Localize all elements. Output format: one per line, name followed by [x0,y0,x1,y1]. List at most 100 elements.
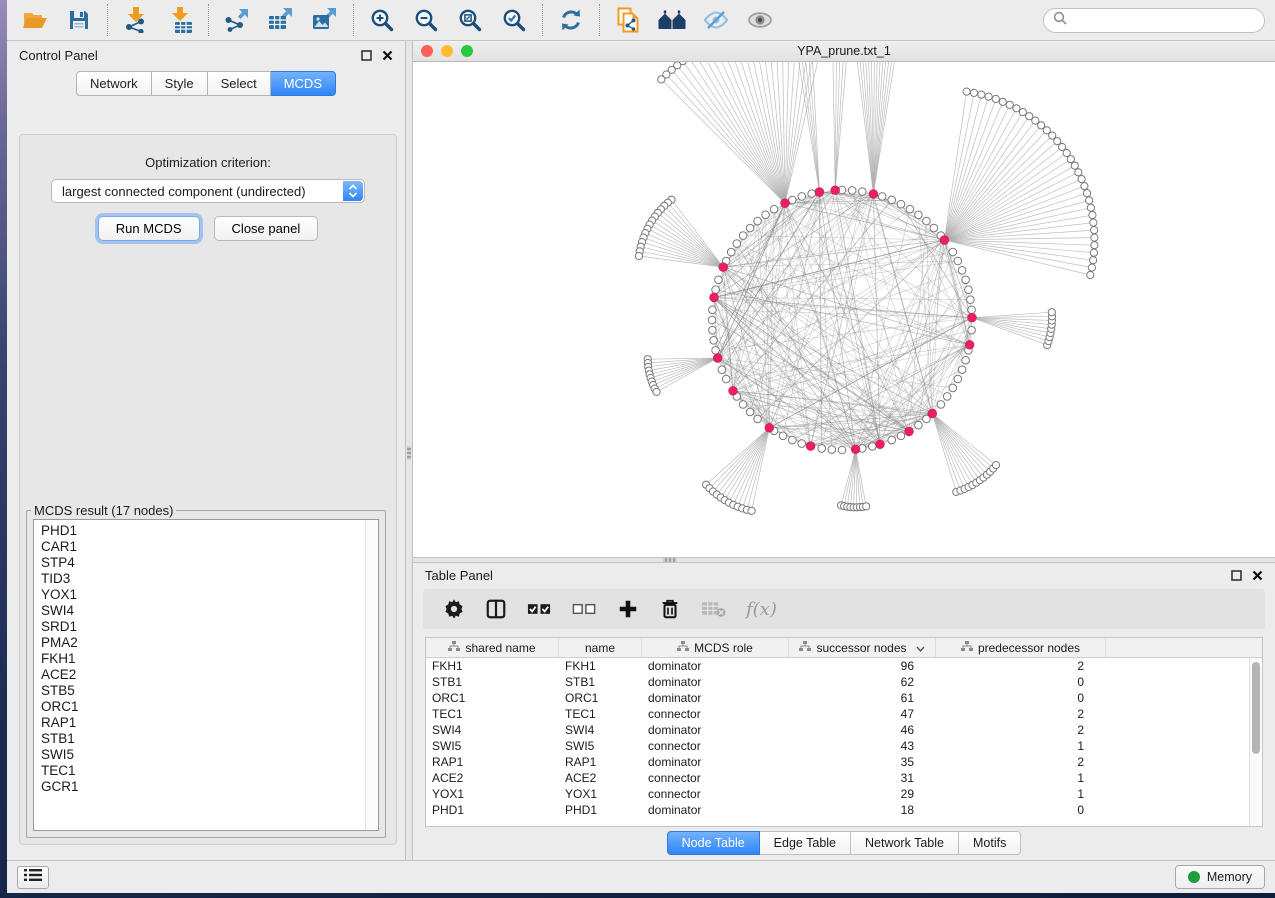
split-columns-icon[interactable] [485,598,507,620]
import-network-icon[interactable] [122,5,150,35]
mcds-result-item[interactable]: RAP1 [41,715,378,731]
shared-column-icon [677,641,689,655]
table-row[interactable]: FKH1FKH1dominator962 [426,658,1262,674]
table-cell: 1 [936,739,1106,753]
mcds-result-item[interactable]: GCR1 [41,779,378,795]
add-column-icon[interactable] [617,598,639,620]
network-canvas[interactable] [413,62,1275,557]
column-header-shared-name[interactable]: shared name [426,638,559,657]
tab-network-table[interactable]: Network Table [851,831,959,855]
tab-network[interactable]: Network [76,71,152,96]
table-cell: 18 [789,803,936,817]
mcds-result-item[interactable]: STP4 [41,555,378,571]
save-session-icon[interactable] [65,5,93,35]
column-header-name[interactable]: name [559,638,642,657]
table-row[interactable]: RAP1RAP1dominator352 [426,754,1262,770]
table-cell: connector [642,771,789,785]
status-bar: Memory [7,860,1275,893]
zoom-fit-icon[interactable] [456,5,484,35]
mcds-result-item[interactable]: PMA2 [41,635,378,651]
mcds-result-item[interactable]: STB5 [41,683,378,699]
table-cell: TEC1 [559,707,642,721]
hide-selected-icon[interactable] [702,5,730,35]
right-area: YPA_prune.txt_1 Table Panel [413,41,1275,860]
mcds-result-item[interactable]: TID3 [41,571,378,587]
table-body: FKH1FKH1dominator962STB1STB1dominator620… [426,658,1262,818]
mcds-result-item[interactable]: YOX1 [41,587,378,603]
float-panel-icon[interactable] [1231,570,1242,581]
table-cell: RAP1 [559,755,642,769]
table-panel: Table Panel f(x) shared namenameMCDS rol… [413,563,1275,860]
close-panel-icon[interactable] [1252,570,1263,581]
column-header-MCDS-role[interactable]: MCDS role [642,638,789,657]
table-row[interactable]: TEC1TEC1connector472 [426,706,1262,722]
search-input[interactable] [1073,13,1255,27]
mcds-result-item[interactable]: SRD1 [41,619,378,635]
mcds-result-item[interactable]: TEC1 [41,763,378,779]
node-table[interactable]: shared namenameMCDS rolesuccessor nodesp… [425,637,1263,827]
run-mcds-button[interactable]: Run MCDS [98,216,200,241]
network-graph[interactable] [413,62,1275,557]
tab-mcds[interactable]: MCDS [271,71,336,96]
zoom-in-icon[interactable] [368,5,396,35]
tab-node-table[interactable]: Node Table [667,831,760,855]
table-row[interactable]: SWI4SWI4dominator462 [426,722,1262,738]
mcds-result-item[interactable]: ACE2 [41,667,378,683]
mcds-list-scrollbar[interactable] [365,520,378,830]
toolbar-group [354,5,542,35]
export-table-icon[interactable] [267,5,295,35]
close-panel-button[interactable]: Close panel [214,216,319,241]
table-panel-title: Table Panel [425,568,493,583]
mcds-result-item[interactable]: CAR1 [41,539,378,555]
show-all-icon[interactable] [746,5,774,35]
mcds-result-item[interactable]: STB1 [41,731,378,747]
mcds-result-item[interactable]: FKH1 [41,651,378,667]
zoom-selected-icon[interactable] [500,5,528,35]
table-row[interactable]: YOX1YOX1connector291 [426,786,1262,802]
network-window-titlebar[interactable]: YPA_prune.txt_1 [413,41,1275,62]
tab-select[interactable]: Select [208,71,271,96]
first-neighbors-icon[interactable] [658,5,686,35]
close-panel-icon[interactable] [382,50,393,61]
control-panel: Control Panel NetworkStyleSelectMCDS Opt… [7,41,405,860]
duplicate-network-icon[interactable] [614,5,642,35]
application-window: Control Panel NetworkStyleSelectMCDS Opt… [7,0,1275,893]
table-cell: 2 [936,659,1106,673]
table-panel-header: Table Panel [413,563,1275,588]
tab-motifs[interactable]: Motifs [959,831,1021,855]
export-image-icon[interactable] [311,5,339,35]
criterion-select[interactable]: largest connected component (undirected) [51,179,365,203]
table-row[interactable]: PHD1PHD1dominator180 [426,802,1262,818]
mcds-result-item[interactable]: PHD1 [41,523,378,539]
scrollbar-thumb[interactable] [1252,662,1260,754]
table-scrollbar[interactable] [1249,658,1262,826]
table-cell: FKH1 [559,659,642,673]
column-header-successor-nodes[interactable]: successor nodes [789,638,936,657]
open-file-icon[interactable] [21,5,49,35]
vertical-splitter[interactable] [405,41,413,860]
table-cell: 61 [789,691,936,705]
tab-style[interactable]: Style [152,71,208,96]
import-table-icon[interactable] [166,5,194,35]
table-row[interactable]: STB1STB1dominator620 [426,674,1262,690]
float-panel-icon[interactable] [361,50,372,61]
mcds-result-item[interactable]: SWI4 [41,603,378,619]
column-header-predecessor-nodes[interactable]: predecessor nodes [936,638,1106,657]
table-row[interactable]: ACE2ACE2connector311 [426,770,1262,786]
mcds-result-item[interactable]: ORC1 [41,699,378,715]
export-network-icon[interactable] [223,5,251,35]
delete-column-icon[interactable] [659,598,681,620]
settings-gear-icon[interactable] [443,598,465,620]
task-history-button[interactable] [17,866,49,889]
table-row[interactable]: SWI5SWI5connector431 [426,738,1262,754]
mcds-result-item[interactable]: SWI5 [41,747,378,763]
refresh-layout-icon[interactable] [557,5,585,35]
search-box[interactable] [1043,8,1265,33]
zoom-out-icon[interactable] [412,5,440,35]
select-all-checkboxes-icon[interactable] [527,600,552,618]
table-row[interactable]: ORC1ORC1dominator610 [426,690,1262,706]
memory-button[interactable]: Memory [1175,865,1265,889]
mcds-result-list[interactable]: PHD1CAR1STP4TID3YOX1SWI4SRD1PMA2FKH1ACE2… [33,519,379,831]
tab-edge-table[interactable]: Edge Table [760,831,851,855]
clear-checkboxes-icon[interactable] [572,600,597,618]
